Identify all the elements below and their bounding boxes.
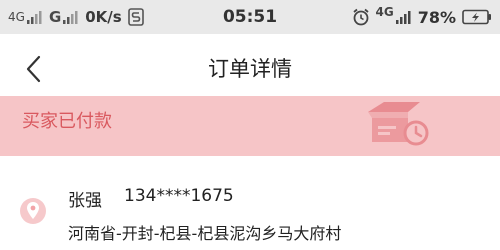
status-bar-right: 4G 78% <box>352 0 493 34</box>
battery-charging-icon <box>462 9 491 25</box>
network-type-label: 4G <box>375 5 394 19</box>
alarm-clock-icon <box>352 8 369 26</box>
signal-bars-icon <box>395 11 411 24</box>
status-bar: 4G G 0K/s 05:51 4G 78% <box>0 0 500 34</box>
back-button[interactable] <box>14 48 54 90</box>
page-title: 订单详情 <box>208 57 292 81</box>
order-status-text: 买家已付款 <box>22 111 112 132</box>
nav-bar: 订单详情 <box>0 34 500 105</box>
network-indicator-right: 4G <box>376 5 412 24</box>
chevron-left-icon <box>26 55 41 83</box>
recipient-phone: 134****1675 <box>124 186 234 206</box>
shipping-address-section: 张强 134****1675 河南省-开封-杞县-杞县泥沟乡马大府村 <box>0 176 500 250</box>
recipient-address: 河南省-开封-杞县-杞县泥沟乡马大府村 <box>68 224 342 243</box>
location-pin-icon <box>20 198 46 224</box>
recipient-name: 张强 <box>68 191 102 211</box>
battery-percent: 78% <box>417 7 456 27</box>
package-clock-icon <box>368 102 429 146</box>
